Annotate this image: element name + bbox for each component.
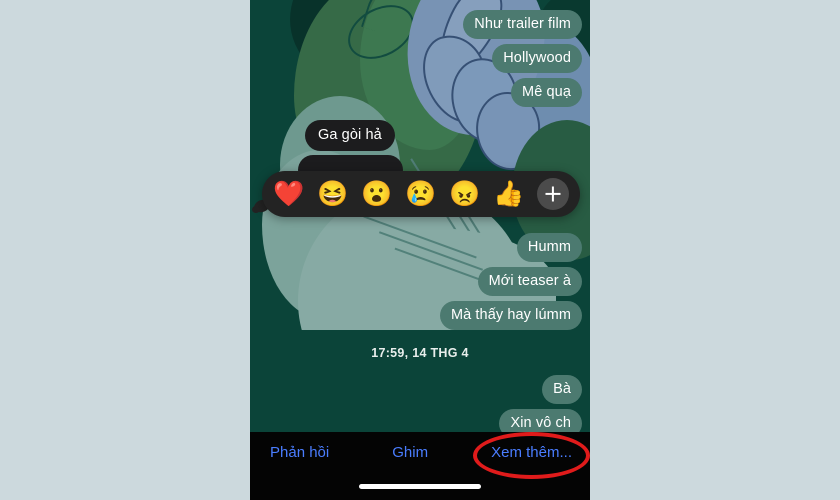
- message-bubble[interactable]: Mê quạ: [511, 78, 582, 107]
- angry-emoji[interactable]: 😠: [449, 181, 480, 207]
- reaction-picker[interactable]: ❤️ 😆 😮 😢 😠 👍: [262, 171, 580, 217]
- message-timestamp: 17:59, 14 THG 4: [371, 346, 469, 360]
- reaction-bar-tail-2: [252, 206, 260, 213]
- message-bubble[interactable]: Như trailer film: [463, 10, 582, 39]
- context-action-bar: Phản hồi Ghim Xem thêm...: [250, 432, 590, 500]
- crying-emoji[interactable]: 😢: [405, 181, 436, 207]
- thumbs-up-emoji[interactable]: 👍: [493, 181, 524, 207]
- see-more-action[interactable]: Xem thêm...: [491, 443, 576, 463]
- phone-screen: Như trailer film Hollywood Mê quạ Ga gòi…: [250, 0, 590, 500]
- add-reaction-button[interactable]: [537, 178, 569, 210]
- heart-emoji[interactable]: ❤️: [273, 181, 304, 207]
- surprised-emoji[interactable]: 😮: [361, 181, 392, 207]
- pin-action[interactable]: Ghim: [392, 443, 428, 463]
- message-bubble-selected[interactable]: Ga gòi hả: [305, 120, 395, 151]
- grinning-squint-emoji[interactable]: 😆: [317, 181, 348, 207]
- screenshot-canvas: Như trailer film Hollywood Mê quạ Ga gòi…: [0, 0, 840, 500]
- message-bubble[interactable]: Mà thấy hay lúmm: [439, 301, 582, 330]
- message-bubble[interactable]: Hollywood: [492, 44, 582, 73]
- message-bubble[interactable]: Humm: [516, 233, 582, 262]
- message-bubble[interactable]: Bà: [542, 375, 582, 404]
- reply-action[interactable]: Phản hồi: [264, 443, 329, 463]
- home-indicator: [359, 484, 481, 489]
- message-bubble[interactable]: Mới teaser à: [477, 267, 582, 296]
